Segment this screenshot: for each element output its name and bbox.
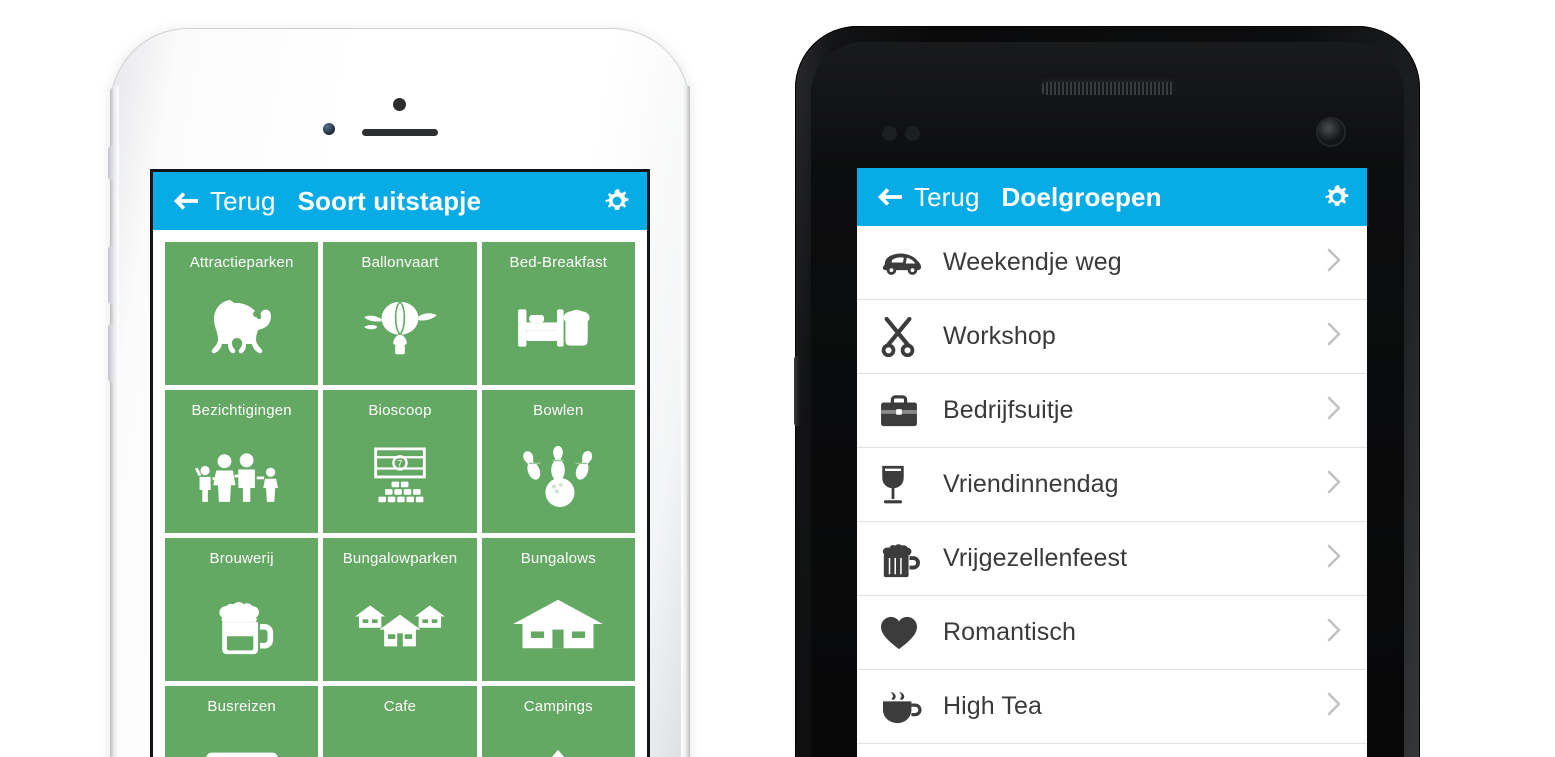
category-tile[interactable]: Campings [481, 686, 635, 757]
chevron-right-icon [1327, 544, 1349, 573]
category-tile[interactable]: Bed-Breakfast [481, 242, 635, 386]
family-icon [165, 420, 318, 534]
earpiece-speaker-icon [1041, 82, 1174, 95]
chevron-right-icon [1327, 396, 1349, 425]
iphone-device: Terug Soort uitstapje Attractieparken Ba… [108, 28, 690, 757]
scissors-icon [879, 316, 931, 357]
bus-icon [165, 716, 318, 757]
category-tile[interactable]: Bungalowparken [323, 538, 477, 682]
tile-label: Bed-Breakfast [509, 254, 608, 271]
tile-label: Ballonvaart [361, 254, 439, 271]
house-icon [482, 568, 635, 682]
tile-label: Campings [523, 698, 593, 715]
tile-label: Bungalows [520, 550, 596, 567]
iphone-left-edge [110, 86, 119, 757]
earpiece-speaker-icon [362, 129, 438, 136]
list-item[interactable]: Vrijgezellenfeest [857, 522, 1367, 596]
category-tile[interactable]: Bioscoop 7 [323, 390, 477, 534]
category-tile[interactable]: Ballonvaart [323, 242, 477, 386]
category-tile[interactable]: Bowlen [481, 390, 635, 534]
back-label[interactable]: Terug [914, 182, 980, 213]
back-label[interactable]: Terug [210, 186, 276, 217]
target-group-list[interactable]: Weekendje weg Workshop Bedrijfsuitje Vri… [857, 226, 1367, 744]
list-item-label: Workshop [943, 322, 1056, 350]
category-tile[interactable]: Attractieparken [165, 242, 319, 386]
android-screen: Terug Doelgroepen Weekendje weg Workshop… [857, 168, 1367, 757]
tile-label: Bowlen [533, 402, 584, 419]
cafe-icon [323, 716, 476, 757]
cinema-screen-icon: 7 [323, 420, 476, 534]
tile-label: Bungalowparken [342, 550, 458, 567]
list-item[interactable]: Bedrijfsuitje [857, 374, 1367, 448]
category-grid-scroll[interactable]: Attractieparken Ballonvaart Bed-Breakfas… [153, 230, 647, 757]
tile-label: Busreizen [207, 698, 276, 715]
arrow-left-icon[interactable] [875, 185, 905, 209]
iphone-right-edge [681, 86, 690, 757]
chevron-right-icon [1327, 692, 1349, 721]
tile-label: Bioscoop [368, 402, 432, 419]
tile-label: Attractieparken [189, 254, 294, 271]
wine-glass-icon [879, 464, 931, 506]
list-item[interactable]: Romantisch [857, 596, 1367, 670]
category-tile[interactable]: Cafe [323, 686, 477, 757]
android-device: Terug Doelgroepen Weekendje weg Workshop… [794, 26, 1420, 757]
proximity-sensor-icon [393, 98, 406, 111]
iphone-volume-up-button[interactable] [108, 246, 115, 304]
bowling-pins-icon [482, 420, 635, 534]
tile-label: Brouwerij [209, 550, 274, 567]
list-item[interactable]: Vriendinnendag [857, 448, 1367, 522]
chevron-right-icon [1327, 322, 1349, 351]
list-item-label: Weekendje weg [943, 248, 1122, 276]
list-item-label: Vrijgezellenfeest [943, 544, 1128, 572]
svg-text:7: 7 [397, 459, 402, 469]
gear-icon[interactable] [601, 185, 633, 217]
category-tile[interactable]: Bungalows [481, 538, 635, 682]
list-item-label: Romantisch [943, 618, 1076, 646]
arrow-left-icon[interactable] [171, 189, 201, 213]
tent-icon [482, 716, 635, 757]
page-title: Soort uitstapje [297, 185, 482, 216]
list-item-label: High Tea [943, 692, 1043, 720]
category-tile[interactable]: Brouwerij [165, 538, 319, 682]
beer-mug-icon [165, 568, 318, 682]
iphone-mute-switch[interactable] [108, 146, 115, 180]
list-item[interactable]: Workshop [857, 300, 1367, 374]
beer-mug-icon [879, 539, 931, 579]
iphone-screen: Terug Soort uitstapje Attractieparken Ba… [150, 169, 650, 757]
list-item[interactable]: Weekendje weg [857, 226, 1367, 300]
elephant-icon [165, 272, 318, 386]
category-tile[interactable]: Bezichtigingen [165, 390, 319, 534]
front-camera-icon [323, 123, 335, 135]
chevron-right-icon [1327, 618, 1349, 647]
light-sensor-icon [905, 126, 920, 141]
briefcase-icon [879, 394, 931, 428]
heart-icon [879, 615, 931, 651]
proximity-sensor-icon [882, 126, 897, 141]
android-volume-button[interactable] [794, 356, 800, 426]
chevron-right-icon [1327, 248, 1349, 277]
tea-cup-icon [879, 689, 931, 725]
category-grid: Attractieparken Ballonvaart Bed-Breakfas… [153, 242, 647, 757]
list-item-label: Vriendinnendag [943, 470, 1119, 498]
left-appbar: Terug Soort uitstapje [153, 172, 647, 230]
car-icon [879, 249, 931, 276]
hot-air-balloon-icon [323, 272, 476, 386]
bed-breakfast-icon [482, 272, 635, 386]
iphone-volume-down-button[interactable] [108, 324, 115, 382]
page-title: Doelgroepen [1001, 181, 1162, 212]
houses-icon [323, 568, 476, 682]
list-item-label: Bedrijfsuitje [943, 396, 1074, 424]
front-camera-icon [1318, 119, 1344, 145]
tile-label: Cafe [383, 698, 417, 715]
list-item[interactable]: High Tea [857, 670, 1367, 744]
right-appbar: Terug Doelgroepen [857, 168, 1367, 226]
tile-label: Bezichtigingen [191, 402, 292, 419]
category-tile[interactable]: Busreizen [165, 686, 319, 757]
chevron-right-icon [1327, 470, 1349, 499]
gear-icon[interactable] [1321, 181, 1353, 213]
